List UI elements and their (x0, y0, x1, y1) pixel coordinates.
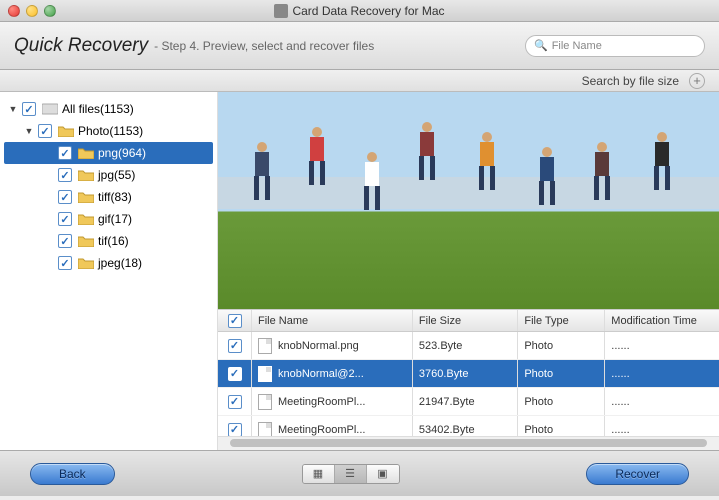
file-type: Photo (518, 332, 605, 359)
file-icon (258, 366, 272, 382)
detail-view-icon[interactable]: ▣ (367, 465, 399, 483)
back-button[interactable]: Back (30, 463, 115, 485)
tree-photo[interactable]: ▼ ✓ Photo(1153) (4, 120, 213, 142)
table-header: ✓ File Name File Size File Type Modifica… (218, 310, 719, 332)
tree-label: All files(1153) (62, 102, 134, 116)
file-mod: ...... (605, 388, 719, 415)
file-tree: ▼ ✓ All files(1153) ▼ ✓ Photo(1153) ✓ png… (0, 92, 218, 450)
file-mod: ...... (605, 332, 719, 359)
checkbox[interactable]: ✓ (58, 146, 72, 160)
folder-icon (78, 191, 94, 203)
checkbox[interactable]: ✓ (58, 190, 72, 204)
file-mod: ...... (605, 360, 719, 387)
add-icon[interactable]: + (689, 73, 705, 89)
file-icon (258, 394, 272, 410)
col-size[interactable]: File Size (413, 310, 518, 331)
folder-icon (78, 169, 94, 181)
file-size: 3760.Byte (413, 360, 518, 387)
checkbox[interactable]: ✓ (58, 212, 72, 226)
row-checkbox[interactable]: ✓ (228, 367, 242, 381)
page-title: Quick Recovery (14, 35, 148, 57)
grid-view-icon[interactable]: ▦ (303, 465, 335, 483)
tree-label: jpeg(18) (98, 256, 142, 270)
table-row[interactable]: ✓ MeetingRoomPl... 21947.BytePhoto...... (218, 388, 719, 416)
scroll-thumb[interactable] (230, 439, 707, 447)
tree-item[interactable]: ✓ jpg(55) (4, 164, 213, 186)
window-title-text: Card Data Recovery for Mac (292, 4, 444, 18)
right-panel: ✓ File Name File Size File Type Modifica… (218, 92, 719, 450)
horizontal-scrollbar[interactable] (218, 436, 719, 450)
disclosure-icon[interactable]: ▼ (8, 104, 18, 114)
row-checkbox[interactable]: ✓ (228, 395, 242, 409)
checkbox[interactable]: ✓ (58, 234, 72, 248)
tree-item[interactable]: ✓ gif(17) (4, 208, 213, 230)
select-all-checkbox[interactable]: ✓ (228, 314, 242, 328)
file-name: knobNormal.png (278, 340, 359, 352)
file-icon (258, 422, 272, 437)
image-preview (218, 92, 719, 310)
table-row[interactable]: ✓ knobNormal@2... 3760.BytePhoto...... (218, 360, 719, 388)
col-name[interactable]: File Name (252, 310, 413, 331)
file-type: Photo (518, 416, 605, 436)
tree-item[interactable]: ✓ tiff(83) (4, 186, 213, 208)
checkbox[interactable]: ✓ (22, 102, 36, 116)
tree-item[interactable]: ✓ jpeg(18) (4, 252, 213, 274)
folder-icon (58, 125, 74, 137)
titlebar: Card Data Recovery for Mac (0, 0, 719, 22)
folder-icon (78, 257, 94, 269)
app-icon (274, 4, 288, 18)
table-row[interactable]: ✓ knobNormal.png 523.BytePhoto...... (218, 332, 719, 360)
folder-icon (78, 235, 94, 247)
file-type: Photo (518, 360, 605, 387)
search-icon: 🔍 (534, 39, 548, 52)
disclosure-icon[interactable]: ▼ (24, 126, 34, 136)
col-type[interactable]: File Type (518, 310, 605, 331)
checkbox[interactable]: ✓ (58, 168, 72, 182)
row-checkbox[interactable]: ✓ (228, 339, 242, 353)
file-name: knobNormal@2... (278, 368, 364, 380)
list-view-icon[interactable]: ☰ (335, 465, 367, 483)
col-mod[interactable]: Modification Time (605, 310, 719, 331)
view-mode-segmented: ▦ ☰ ▣ (302, 464, 400, 484)
file-icon (258, 338, 272, 354)
checkbox[interactable]: ✓ (58, 256, 72, 270)
file-mod: ...... (605, 416, 719, 436)
table-row[interactable]: ✓ MeetingRoomPl... 53402.BytePhoto...... (218, 416, 719, 436)
search-by-size-label[interactable]: Search by file size (582, 74, 679, 88)
file-size: 53402.Byte (413, 416, 518, 436)
recover-button[interactable]: Recover (586, 463, 689, 485)
tree-label: Photo(1153) (78, 124, 143, 138)
step-label: - Step 4. Preview, select and recover fi… (154, 39, 374, 53)
file-name: MeetingRoomPl... (278, 424, 365, 436)
checkbox[interactable]: ✓ (38, 124, 52, 138)
tree-root[interactable]: ▼ ✓ All files(1153) (4, 98, 213, 120)
file-type: Photo (518, 388, 605, 415)
file-size: 523.Byte (413, 332, 518, 359)
subbar: Search by file size + (0, 70, 719, 92)
main: ▼ ✓ All files(1153) ▼ ✓ Photo(1153) ✓ png… (0, 92, 719, 450)
tree-item[interactable]: ✓ png(964) (4, 142, 213, 164)
tree-label: jpg(55) (98, 168, 135, 182)
footer: Back ▦ ☰ ▣ Recover (0, 450, 719, 496)
file-name: MeetingRoomPl... (278, 396, 365, 408)
tree-label: gif(17) (98, 212, 132, 226)
search-placeholder: File Name (552, 40, 602, 52)
row-checkbox[interactable]: ✓ (228, 423, 242, 437)
folder-icon (78, 147, 94, 159)
window-title: Card Data Recovery for Mac (0, 4, 719, 18)
tree-label: tiff(83) (98, 190, 132, 204)
file-size: 21947.Byte (413, 388, 518, 415)
folder-icon (78, 213, 94, 225)
tree-item[interactable]: ✓ tif(16) (4, 230, 213, 252)
header: Quick Recovery - Step 4. Preview, select… (0, 22, 719, 70)
tree-label: tif(16) (98, 234, 129, 248)
drive-icon (42, 103, 58, 115)
search-input[interactable]: 🔍 File Name (525, 35, 705, 57)
table-body: ✓knobNormal.png523.BytePhoto......✓knobN… (218, 332, 719, 436)
tree-label: png(964) (98, 146, 146, 160)
